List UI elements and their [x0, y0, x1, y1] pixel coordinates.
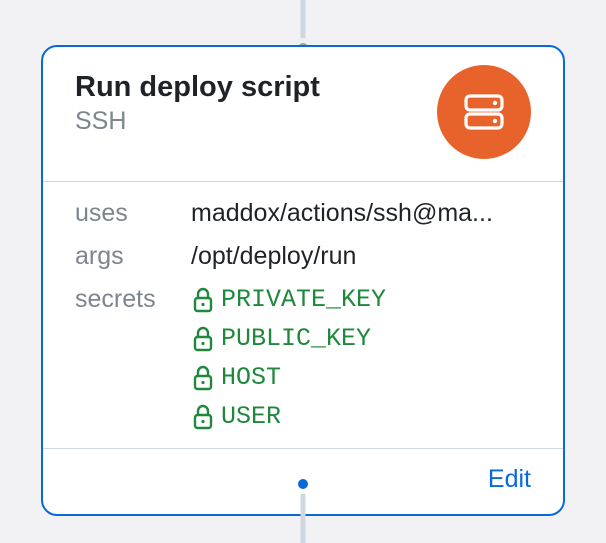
secret-name: PUBLIC_KEY: [221, 321, 371, 356]
lock-icon: [191, 287, 215, 313]
action-card-body: uses maddox/actions/ssh@ma... args /opt/…: [43, 181, 563, 448]
secrets-list: PRIVATE_KEY PUBLIC_KEY HOST: [191, 282, 531, 434]
secrets-label: secrets: [75, 282, 175, 317]
lock-icon: [191, 326, 215, 352]
args-value: /opt/deploy/run: [191, 239, 531, 274]
secret-item: PUBLIC_KEY: [191, 321, 531, 356]
action-title: Run deploy script: [75, 69, 421, 105]
secret-item: PRIVATE_KEY: [191, 282, 531, 317]
secret-name: PRIVATE_KEY: [221, 282, 386, 317]
uses-value: maddox/actions/ssh@ma...: [191, 196, 531, 231]
action-card: Run deploy script SSH uses maddox/action…: [41, 45, 565, 516]
lock-icon: [191, 404, 215, 430]
secret-name: USER: [221, 399, 281, 434]
args-row: args /opt/deploy/run: [75, 239, 531, 274]
workflow-node-output[interactable]: [293, 474, 313, 494]
edit-button[interactable]: Edit: [488, 465, 531, 494]
uses-label: uses: [75, 196, 175, 231]
secrets-row: secrets PRIVATE_KEY PUBLIC_KEY: [75, 282, 531, 434]
secret-item: HOST: [191, 360, 531, 395]
action-header-text: Run deploy script SSH: [75, 69, 421, 136]
action-card-header: Run deploy script SSH: [43, 47, 563, 181]
server-icon: [437, 65, 531, 159]
args-label: args: [75, 239, 175, 274]
secret-name: HOST: [221, 360, 281, 395]
lock-icon: [191, 365, 215, 391]
secret-item: USER: [191, 399, 531, 434]
uses-row: uses maddox/actions/ssh@ma...: [75, 196, 531, 231]
action-subtitle: SSH: [75, 107, 421, 136]
